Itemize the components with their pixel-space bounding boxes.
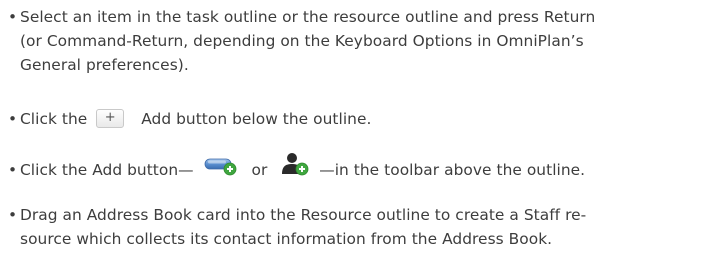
item-4-line-1: Drag an Address Book card into the Resou… [20, 206, 587, 224]
item-3-text-middle: or [251, 161, 268, 179]
item-1-line-2: (or Command-Return, depending on the Key… [20, 32, 584, 50]
list-item: • Click the + Add button below the outlin… [8, 107, 708, 131]
item-2-text-before: Click the [20, 110, 88, 128]
add-button[interactable]: + [96, 109, 125, 128]
bullet: • [8, 206, 18, 224]
item-4-line-2: source which collects its contact inform… [20, 230, 553, 248]
item-1-line-1: Select an item in the task outline or th… [20, 8, 596, 26]
item-3-text-after: —in the toolbar above the outline. [319, 161, 586, 179]
bullet: • [8, 161, 18, 179]
list-item: • Select an item in the task outline or t… [8, 5, 708, 77]
bullet: • [8, 110, 18, 128]
bullet: • [8, 8, 18, 26]
list-item: • Click the Add button— or —in the toolb… [8, 152, 708, 186]
list-item: • Drag an Address Book card into the Reso… [8, 203, 708, 251]
add-task-toolbar-icon[interactable] [203, 152, 239, 183]
item-1-line-3: General preferences). [20, 56, 189, 74]
item-2-text-after: Add button below the outline. [141, 110, 372, 128]
item-3-text-before: Click the Add button— [20, 161, 194, 179]
add-resource-toolbar-icon[interactable] [280, 152, 310, 183]
